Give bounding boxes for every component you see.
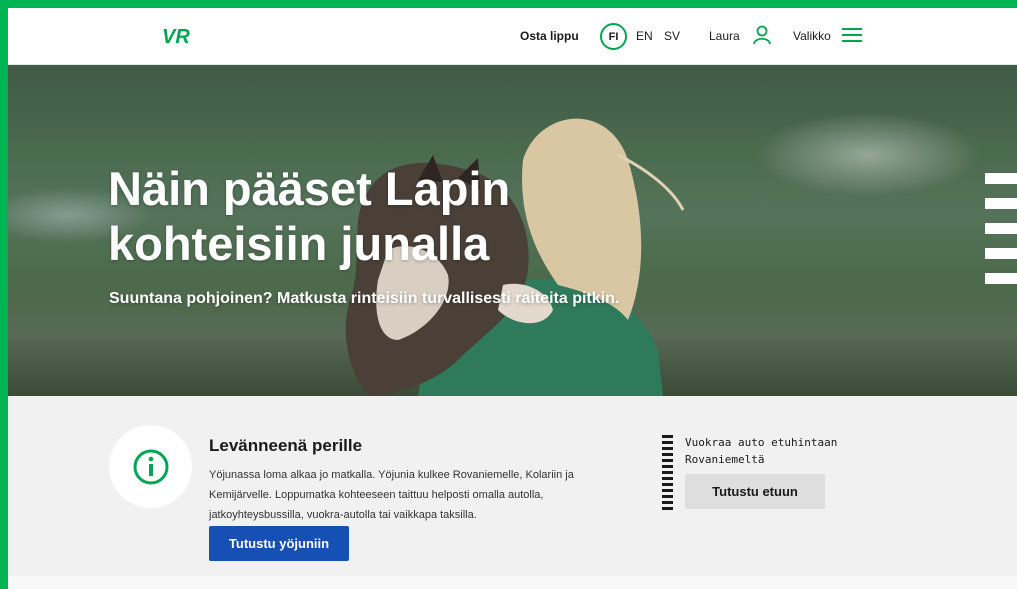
page-frame: VR Osta lippu FI EN SV Laura Valikko Näi… xyxy=(8,8,1017,589)
vr-logo[interactable]: VR xyxy=(162,25,196,47)
user-icon[interactable] xyxy=(751,24,773,46)
info-section: Levänneenä perille Yöjunassa loma alkaa … xyxy=(8,396,1017,576)
info-body: Yöjunassa loma alkaa jo matkalla. Yöjuni… xyxy=(209,469,574,521)
info-icon-badge xyxy=(109,425,192,508)
night-trains-button[interactable]: Tutustu yöjuniin xyxy=(209,526,349,561)
page-bottom-band xyxy=(8,576,1017,589)
language-sv[interactable]: SV xyxy=(664,29,680,43)
svg-text:VR: VR xyxy=(162,26,190,47)
hero-banner: Näin pääset Lapin kohteisiin junalla Suu… xyxy=(8,65,1017,396)
language-fi[interactable]: FI xyxy=(600,23,627,50)
promo-button[interactable]: Tutustu etuun xyxy=(685,474,825,509)
promo-stripes-icon xyxy=(662,435,674,515)
menu-label[interactable]: Valikko xyxy=(793,29,831,43)
hamburger-menu-icon[interactable] xyxy=(842,26,862,44)
top-navigation: VR Osta lippu FI EN SV Laura Valikko xyxy=(8,8,1017,65)
buy-ticket-link[interactable]: Osta lippu xyxy=(520,29,579,43)
language-en[interactable]: EN xyxy=(636,29,653,43)
hero-title: Näin pääset Lapin kohteisiin junalla xyxy=(108,162,511,270)
decorative-stripes xyxy=(985,173,1017,307)
user-name[interactable]: Laura xyxy=(709,29,740,43)
info-title: Levänneenä perille xyxy=(209,436,363,455)
promo-text: Vuokraa auto etuhintaan Rovaniemeltä xyxy=(685,436,838,466)
hero-subtitle: Suuntana pohjoinen? Matkusta rinteisiin … xyxy=(109,290,620,307)
info-icon xyxy=(133,449,168,484)
